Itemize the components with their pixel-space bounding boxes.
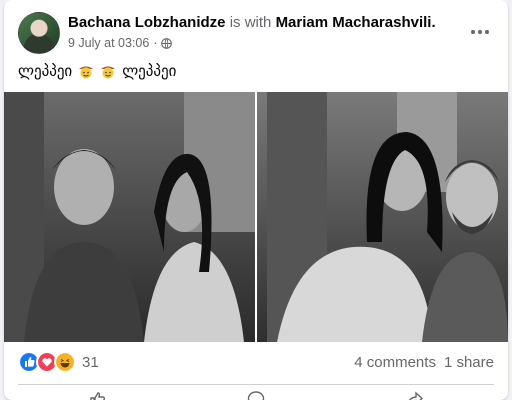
post-card: Bachana Lobzhanidze is with Mariam Macha…: [4, 0, 508, 400]
haha-reaction-icon: [54, 351, 76, 373]
photo-left[interactable]: [4, 92, 255, 342]
photo-left-image: [4, 92, 255, 342]
post-meta: Bachana Lobzhanidze is with Mariam Macha…: [68, 14, 436, 50]
like-action-icon[interactable]: [88, 390, 106, 400]
more-dot-icon: [478, 30, 482, 34]
more-options-button[interactable]: [466, 18, 494, 46]
divider: [18, 384, 494, 385]
separator-dot: ·: [153, 36, 158, 50]
more-dot-icon: [471, 30, 475, 34]
reactions-summary[interactable]: 31: [18, 351, 99, 373]
reaction-count[interactable]: 31: [82, 354, 99, 371]
author-name[interactable]: Bachana Lobzhanidze: [68, 14, 226, 31]
author-line: Bachana Lobzhanidze is with Mariam Macha…: [68, 14, 436, 31]
photo-right-image: [257, 92, 508, 342]
share-action-icon[interactable]: [406, 390, 424, 400]
comments-count[interactable]: 4 comments: [354, 354, 436, 371]
comment-action-icon[interactable]: [247, 390, 265, 400]
post-header: Bachana Lobzhanidze is with Mariam Macha…: [18, 12, 496, 56]
post-actions-bar: [18, 390, 494, 400]
author-avatar[interactable]: [18, 12, 60, 54]
cowboy-face-emoji-icon: [79, 66, 94, 79]
engagement-stats: 4 comments 1 share: [354, 354, 494, 371]
post-timestamp[interactable]: 9 July at 03:06: [68, 36, 149, 50]
caption-text-2: ლეპპეი: [122, 63, 177, 80]
cowboy-face-emoji-icon: [101, 66, 116, 79]
globe-icon[interactable]: [161, 37, 173, 49]
more-dot-icon: [485, 30, 489, 34]
with-text: is with: [229, 14, 272, 31]
tagged-person[interactable]: Mariam Macharashvili.: [276, 14, 436, 31]
post-stats: 31 4 comments 1 share: [18, 350, 494, 374]
post-caption: ლეპპეი ლეპპეი: [18, 62, 176, 80]
photo-right[interactable]: [257, 92, 508, 342]
caption-text-1: ლეპპეი: [18, 63, 73, 80]
post-timeline: 9 July at 03:06 ·: [68, 36, 436, 50]
shares-count[interactable]: 1 share: [444, 354, 494, 371]
photo-grid: [4, 92, 508, 342]
